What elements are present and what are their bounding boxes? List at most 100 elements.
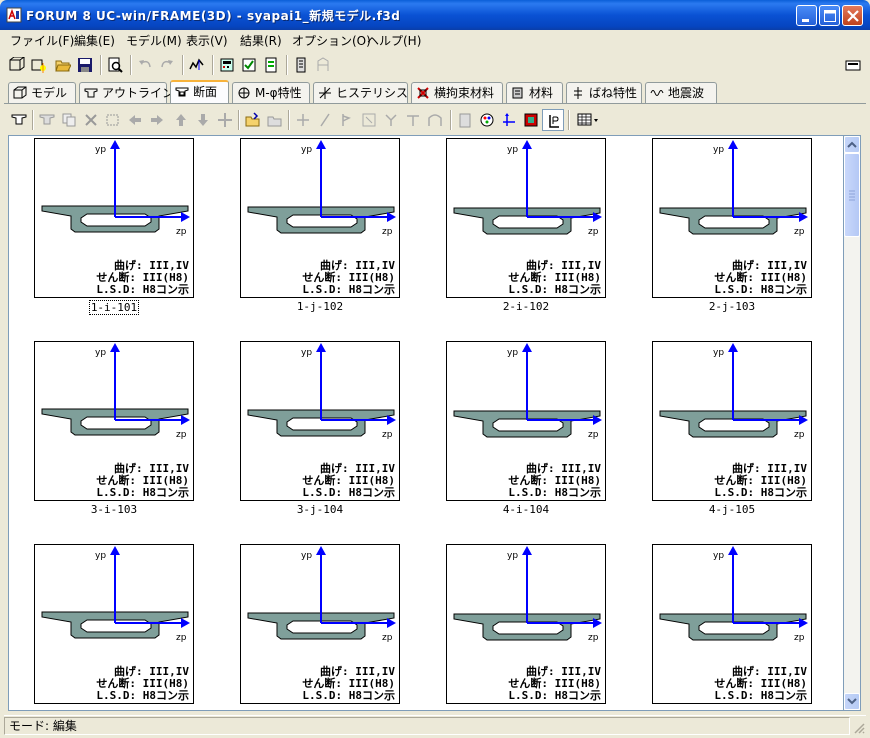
redo-icon <box>161 60 173 68</box>
tendon-button[interactable] <box>402 109 424 131</box>
fill-button[interactable] <box>520 109 542 131</box>
lsd-info: L.S.D: H8コン示 <box>508 486 601 499</box>
menu-edit[interactable]: 編集(E) <box>74 32 115 49</box>
section-preview[interactable]: yp zp 曲げ: III,IV せん断: III(H8) L.S.D: H8コン示 <box>34 544 194 704</box>
delete-button[interactable] <box>80 109 102 131</box>
minimize-button[interactable] <box>796 5 817 26</box>
tab-m-phi[interactable]: M-φ特性 <box>232 82 310 104</box>
menu-model[interactable]: モデル(M) <box>126 32 182 49</box>
section-preview[interactable]: yp zp 曲げ: III,IV せん断: III(H8) L.S.D: H8コン示 <box>34 138 194 298</box>
add-line-button[interactable] <box>314 109 336 131</box>
print-preview-button[interactable] <box>104 54 126 76</box>
tab-label: アウトライン <box>102 86 175 100</box>
menu-options[interactable]: オプション(O) <box>292 32 371 49</box>
label-display-button[interactable] <box>542 109 564 131</box>
table-grid-icon <box>577 113 598 126</box>
wizard-button[interactable] <box>28 54 50 76</box>
move-right-button[interactable] <box>146 109 168 131</box>
move-left-button[interactable] <box>124 109 146 131</box>
tab-model[interactable]: モデル <box>8 82 76 104</box>
section-preview[interactable]: yp zp 曲げ: III,IV せん断: III(H8) L.S.D: H8コン示 <box>240 138 400 298</box>
close-icon <box>847 10 859 22</box>
redo-button[interactable] <box>156 54 178 76</box>
section-preview[interactable]: yp zp 曲げ: III,IV せん断: III(H8) L.S.D: H8コン示 <box>652 341 812 501</box>
section-preview[interactable]: yp zp 曲げ: III,IV せん断: III(H8) L.S.D: H8コン示 <box>446 138 606 298</box>
line-icon <box>320 113 330 127</box>
section-preview[interactable]: yp zp 曲げ: III,IV せん断: III(H8) L.S.D: H8コン示 <box>240 544 400 704</box>
maximize-button[interactable] <box>819 5 840 26</box>
export-icon <box>267 116 282 127</box>
open-button[interactable] <box>52 54 74 76</box>
graph-button[interactable] <box>186 54 208 76</box>
color-button[interactable] <box>476 109 498 131</box>
menu-help[interactable]: ヘルプ(H) <box>367 32 421 49</box>
tab-hysteresis[interactable]: ヒステリシス <box>313 82 408 104</box>
section-preview[interactable]: yp zp 曲げ: III,IV せん断: III(H8) L.S.D: H8コン示 <box>446 544 606 704</box>
axis-display-button[interactable] <box>498 109 520 131</box>
lsd-info: L.S.D: H8コン示 <box>96 283 189 296</box>
tab-outline[interactable]: アウトライン <box>79 82 174 104</box>
stirrup-button[interactable] <box>380 109 402 131</box>
outline-icon <box>84 88 98 98</box>
label-icon <box>549 115 559 128</box>
copy-button[interactable] <box>58 109 80 131</box>
tab-label: モデル <box>31 86 68 100</box>
memo-button[interactable] <box>290 54 312 76</box>
pan-button[interactable] <box>214 109 236 131</box>
section-name: 4-j-105 <box>708 503 756 516</box>
move-up-button[interactable] <box>170 109 192 131</box>
axis-y-label: yp <box>507 551 518 561</box>
axis-y-label: yp <box>301 348 312 358</box>
section-preview[interactable]: yp zp 曲げ: III,IV せん断: III(H8) L.S.D: H8コン示 <box>240 341 400 501</box>
export-button[interactable] <box>264 109 286 131</box>
save-button[interactable] <box>74 54 96 76</box>
scroll-thumb[interactable] <box>844 153 860 237</box>
rebar-button[interactable] <box>336 109 358 131</box>
rebar-icon <box>342 114 351 126</box>
axis-z-label: zp <box>176 430 187 440</box>
tab-material[interactable]: 材料 <box>506 82 563 104</box>
vertical-scrollbar[interactable] <box>844 135 861 711</box>
section-preview[interactable]: yp zp 曲げ: III,IV せん断: III(H8) L.S.D: H8コン示 <box>446 341 606 501</box>
section-add-button[interactable] <box>36 109 58 131</box>
menu-result[interactable]: 結果(R) <box>240 32 282 49</box>
clipboard-button[interactable] <box>454 109 476 131</box>
move-down-button[interactable] <box>192 109 214 131</box>
menu-view[interactable]: 表示(V) <box>186 32 228 49</box>
calculate-button[interactable] <box>216 54 238 76</box>
result-check-button[interactable] <box>238 54 260 76</box>
frame-select-button[interactable] <box>102 109 124 131</box>
section-preview[interactable]: yp zp 曲げ: III,IV せん断: III(H8) L.S.D: H8コン示 <box>652 138 812 298</box>
tab-spring[interactable]: ばね特性 <box>566 82 642 104</box>
section-preview[interactable]: yp zp 曲げ: III,IV せん断: III(H8) L.S.D: H8コン示 <box>34 341 194 501</box>
scroll-up-button[interactable] <box>844 136 860 153</box>
section-toolbar <box>4 107 866 135</box>
tab-seismic-wave[interactable]: 地震波 <box>645 82 717 104</box>
lsd-info: L.S.D: H8コン示 <box>508 283 601 296</box>
arch-button[interactable] <box>424 109 446 131</box>
section-preview[interactable]: yp zp 曲げ: III,IV せん断: III(H8) L.S.D: H8コン示 <box>652 544 812 704</box>
structure-button[interactable] <box>312 54 334 76</box>
save-icon <box>78 58 92 72</box>
tab-lateral-confinement[interactable]: 横拘束材料 <box>411 82 503 104</box>
import-button[interactable] <box>242 109 264 131</box>
resize-grip-icon[interactable] <box>852 721 866 735</box>
rebar-edit-button[interactable] <box>358 109 380 131</box>
lsd-info: L.S.D: H8コン示 <box>302 283 395 296</box>
menu-file[interactable]: ファイル(F) <box>10 32 74 49</box>
section-list-button[interactable] <box>8 109 30 131</box>
report-button[interactable] <box>260 54 282 76</box>
lateral-confinement-icon <box>417 87 429 99</box>
new-model-button[interactable] <box>6 54 28 76</box>
tab-label: ヒステリシス <box>336 86 409 100</box>
add-point-button[interactable] <box>292 109 314 131</box>
undo-button[interactable] <box>134 54 156 76</box>
copy-icon <box>62 113 76 127</box>
scroll-down-button[interactable] <box>844 693 860 710</box>
tab-section[interactable]: 断面 <box>170 80 229 104</box>
panel-toggle-button[interactable] <box>842 54 864 76</box>
layout-dropdown-button[interactable] <box>574 109 604 131</box>
axis-z-label: zp <box>794 633 805 643</box>
model-icon <box>13 86 27 99</box>
close-button[interactable] <box>842 5 863 26</box>
